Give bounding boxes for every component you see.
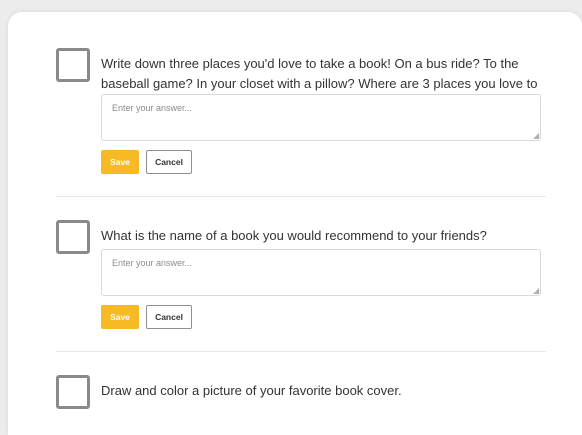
cancel-button-2[interactable]: Cancel <box>146 305 192 329</box>
answer-input-1[interactable] <box>101 94 541 141</box>
resize-handle-icon[interactable]: ◢ <box>533 132 541 140</box>
save-button-1[interactable]: Save <box>101 150 139 174</box>
task-divider <box>56 196 546 197</box>
task-checkbox-3[interactable] <box>56 375 90 409</box>
task-checkbox-1[interactable] <box>56 48 90 82</box>
task-divider <box>56 351 546 352</box>
task-list-card: Write down three places you'd love to ta… <box>8 12 582 435</box>
task-checkbox-2[interactable] <box>56 220 90 254</box>
cancel-button-1[interactable]: Cancel <box>146 150 192 174</box>
resize-handle-icon[interactable]: ◢ <box>533 287 541 295</box>
task-prompt-3: Draw and color a picture of your favorit… <box>101 383 402 398</box>
save-button-2[interactable]: Save <box>101 305 139 329</box>
answer-input-2[interactable] <box>101 249 541 296</box>
task-prompt-2: What is the name of a book you would rec… <box>101 228 487 243</box>
